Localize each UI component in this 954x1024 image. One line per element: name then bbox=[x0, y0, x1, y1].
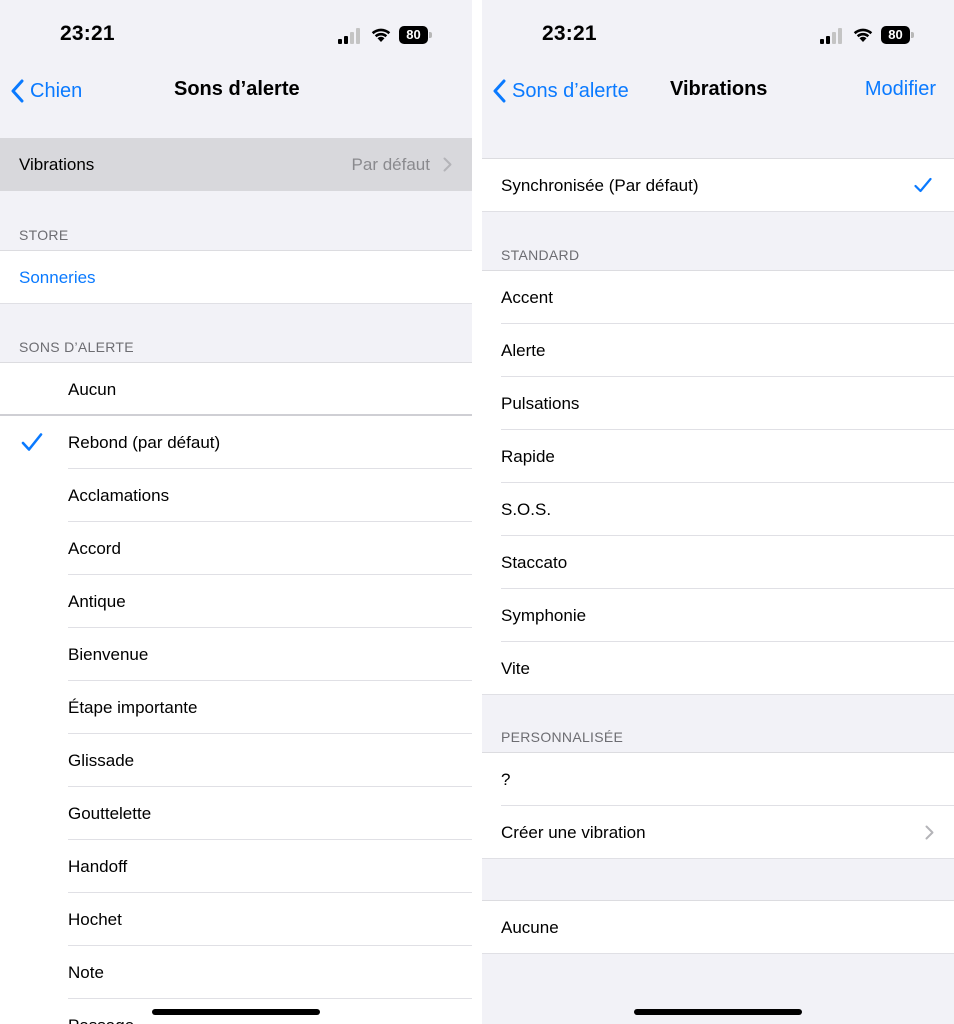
no-vibration-row[interactable]: Aucune bbox=[482, 901, 954, 954]
battery-icon: 80 bbox=[881, 26, 915, 44]
navigation-bar: Chien Sons d’alerte bbox=[0, 66, 472, 116]
alert-sounds-section-header: SONS D’ALERTE bbox=[19, 339, 134, 355]
vibrations-screen: 23:21 80 Sons d’alerte Vibrations Modifi… bbox=[482, 0, 954, 1024]
page-title: Sons d’alerte bbox=[174, 78, 300, 100]
wifi-icon bbox=[853, 28, 873, 42]
list-item[interactable]: Bienvenue bbox=[0, 628, 472, 681]
list-item[interactable]: Étape importante bbox=[0, 681, 472, 734]
list-item[interactable]: Note bbox=[0, 946, 472, 999]
chevron-right-icon bbox=[925, 825, 934, 840]
edit-button[interactable]: Modifier bbox=[865, 78, 936, 101]
home-indicator[interactable] bbox=[634, 1009, 802, 1015]
list-item[interactable]: Vite bbox=[482, 642, 954, 695]
list-item[interactable]: Alerte bbox=[482, 324, 954, 377]
list-item[interactable]: Rapide bbox=[482, 430, 954, 483]
list-item[interactable]: Hochet bbox=[0, 893, 472, 946]
back-button[interactable]: Sons d’alerte bbox=[492, 78, 629, 104]
home-indicator[interactable] bbox=[152, 1009, 320, 1015]
list-item[interactable]: Pulsations bbox=[482, 377, 954, 430]
back-label: Sons d’alerte bbox=[512, 79, 629, 102]
checkmark-icon bbox=[21, 433, 43, 451]
store-group: Sonneries bbox=[0, 251, 472, 304]
create-vibration-row[interactable]: Créer une vibration bbox=[482, 806, 954, 859]
page-title: Vibrations bbox=[670, 78, 768, 100]
list-item[interactable]: Accent bbox=[482, 271, 954, 324]
synced-vibration-label: Synchronisée (Par défaut) bbox=[501, 175, 699, 195]
signal-icon bbox=[820, 28, 842, 44]
list-item[interactable]: Handoff bbox=[0, 840, 472, 893]
checkmark-icon bbox=[914, 177, 932, 193]
standard-section-header: STANDARD bbox=[501, 247, 580, 263]
vibrations-label: Vibrations bbox=[19, 154, 95, 174]
synced-group: Synchronisée (Par défaut) bbox=[482, 159, 954, 212]
list-item[interactable]: Gouttelette bbox=[0, 787, 472, 840]
list-item[interactable]: Acclamations bbox=[0, 469, 472, 522]
no-vibration-label: Aucune bbox=[501, 917, 559, 937]
status-time: 23:21 bbox=[542, 22, 597, 45]
custom-vibrations-list: ? Créer une vibration bbox=[482, 753, 954, 859]
back-label: Chien bbox=[30, 79, 83, 102]
alert-sounds-list: Aucun Rebond (par défaut) Acclamations A… bbox=[0, 363, 472, 1024]
ringtones-store-link[interactable]: Sonneries bbox=[0, 251, 472, 304]
list-item[interactable]: Aucun bbox=[0, 363, 472, 416]
navigation-bar: Sons d’alerte Vibrations Modifier bbox=[482, 66, 954, 116]
chevron-left-icon bbox=[493, 79, 506, 103]
store-section-header: STORE bbox=[19, 227, 69, 243]
list-item[interactable]: Glissade bbox=[0, 734, 472, 787]
custom-section-header: PERSONNALISÉE bbox=[501, 729, 624, 745]
status-time: 23:21 bbox=[60, 22, 115, 45]
synced-vibration-row[interactable]: Synchronisée (Par défaut) bbox=[482, 159, 954, 212]
ringtones-store-label: Sonneries bbox=[19, 267, 96, 287]
battery-icon: 80 bbox=[399, 26, 433, 44]
battery-level: 80 bbox=[888, 27, 903, 42]
vibrations-group: Vibrations Par défaut bbox=[0, 138, 472, 191]
list-item-selected[interactable]: Rebond (par défaut) bbox=[0, 416, 472, 469]
standard-vibrations-list: Accent Alerte Pulsations Rapide S.O.S. S… bbox=[482, 271, 954, 695]
list-item[interactable]: Staccato bbox=[482, 536, 954, 589]
chevron-left-icon bbox=[11, 79, 24, 103]
list-item[interactable]: S.O.S. bbox=[482, 483, 954, 536]
signal-icon bbox=[338, 28, 360, 44]
alert-sounds-screen: 23:21 80 Chien Sons d’alerte Vibrations … bbox=[0, 0, 472, 1024]
list-item[interactable]: Accord bbox=[0, 522, 472, 575]
back-button[interactable]: Chien bbox=[10, 78, 82, 104]
none-group: Aucune bbox=[482, 901, 954, 954]
status-bar: 23:21 80 bbox=[482, 0, 954, 60]
vibrations-row[interactable]: Vibrations Par défaut bbox=[0, 138, 472, 191]
list-item[interactable]: ? bbox=[482, 753, 954, 806]
list-item[interactable]: Symphonie bbox=[482, 589, 954, 642]
wifi-icon bbox=[371, 28, 391, 42]
battery-level: 80 bbox=[406, 27, 421, 42]
vibrations-value: Par défaut bbox=[351, 154, 430, 174]
status-bar: 23:21 80 bbox=[0, 0, 472, 60]
chevron-right-icon bbox=[443, 157, 452, 172]
list-item[interactable]: Antique bbox=[0, 575, 472, 628]
